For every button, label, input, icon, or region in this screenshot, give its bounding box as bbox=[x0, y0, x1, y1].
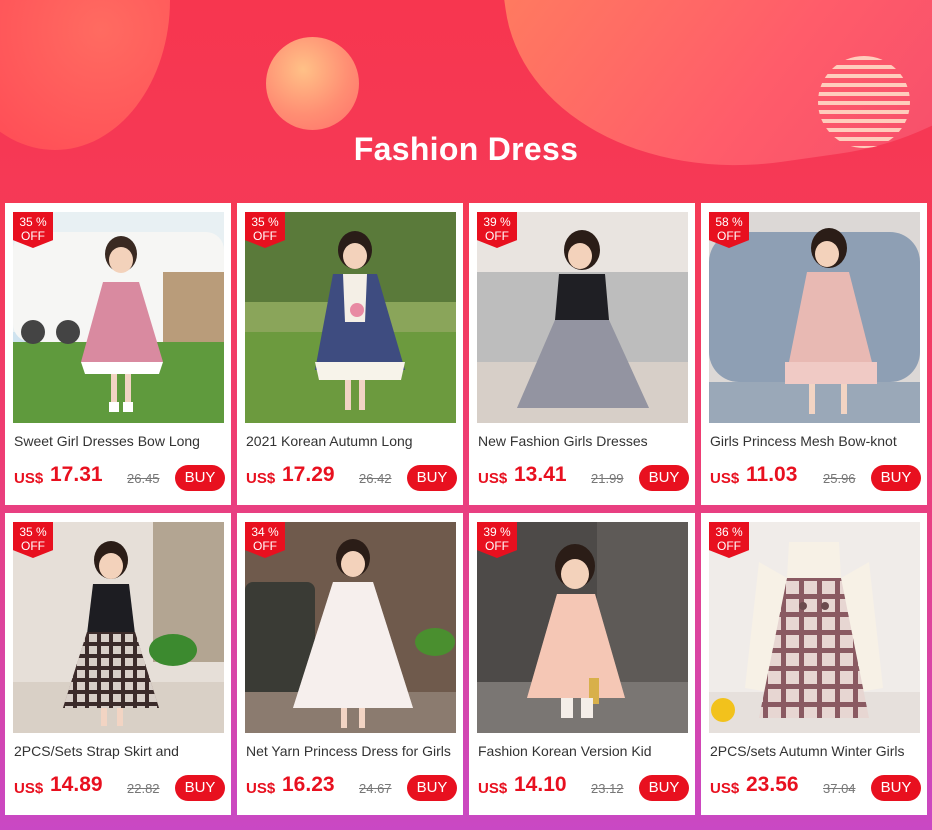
product-card[interactable]: 34 % OFF Net Yarn Princess Dress for Girl… bbox=[237, 513, 463, 815]
buy-button[interactable]: BUY bbox=[175, 775, 225, 801]
product-card[interactable]: 35 % OFF 2PCS/Sets Strap Skirt and US$ 14… bbox=[5, 513, 231, 815]
product-price: 17.29 bbox=[282, 463, 335, 486]
product-card[interactable]: 39 % OFF New Fashion Girls Dresses US$ 13… bbox=[469, 203, 695, 505]
original-price: 26.42 bbox=[359, 471, 392, 486]
product-name[interactable]: Fashion Korean Version Kid bbox=[478, 743, 686, 759]
buy-button[interactable]: BUY bbox=[639, 465, 689, 491]
currency-label: US$ bbox=[478, 780, 508, 797]
product-card[interactable]: 39 % OFF Fashion Korean Version Kid US$ 1… bbox=[469, 513, 695, 815]
decor-circle bbox=[266, 37, 359, 130]
product-image[interactable]: 39 % OFF bbox=[477, 212, 688, 423]
original-price: 37.04 bbox=[823, 781, 856, 796]
product-price: 16.23 bbox=[282, 773, 335, 796]
currency-label: US$ bbox=[478, 470, 508, 487]
product-price: 23.56 bbox=[746, 773, 799, 796]
product-image[interactable]: 39 % OFF bbox=[477, 522, 688, 733]
product-card[interactable]: 36 % OFF 2PCS/sets Autumn Winter Girls US… bbox=[701, 513, 927, 815]
product-card[interactable]: 35 % OFF 2021 Korean Autumn Long US$ 17.2… bbox=[237, 203, 463, 505]
product-name[interactable]: 2PCS/sets Autumn Winter Girls bbox=[710, 743, 918, 759]
product-image[interactable]: 35 % OFF bbox=[13, 212, 224, 423]
product-price: 14.89 bbox=[50, 773, 103, 796]
decor-blob bbox=[0, 0, 170, 150]
original-price: 23.12 bbox=[591, 781, 624, 796]
buy-button[interactable]: BUY bbox=[871, 775, 921, 801]
product-card[interactable]: 58 % OFF Girls Princess Mesh Bow-knot US$… bbox=[701, 203, 927, 505]
currency-label: US$ bbox=[246, 470, 276, 487]
original-price: 24.67 bbox=[359, 781, 392, 796]
product-image[interactable]: 35 % OFF bbox=[245, 212, 456, 423]
product-name[interactable]: Net Yarn Princess Dress for Girls bbox=[246, 743, 454, 759]
buy-button[interactable]: BUY bbox=[407, 775, 457, 801]
page-title: Fashion Dress bbox=[353, 131, 579, 167]
product-name[interactable]: Sweet Girl Dresses Bow Long bbox=[14, 433, 222, 449]
product-image[interactable]: 35 % OFF bbox=[13, 522, 224, 733]
currency-label: US$ bbox=[710, 470, 740, 487]
product-name[interactable]: 2PCS/Sets Strap Skirt and bbox=[14, 743, 222, 759]
banner: Fashion Dress bbox=[0, 0, 932, 205]
product-image[interactable]: 58 % OFF bbox=[709, 212, 920, 423]
currency-label: US$ bbox=[246, 780, 276, 797]
product-image[interactable]: 36 % OFF bbox=[709, 522, 920, 733]
currency-label: US$ bbox=[710, 780, 740, 797]
original-price: 25.96 bbox=[823, 471, 856, 486]
product-price: 13.41 bbox=[514, 463, 567, 486]
product-name[interactable]: New Fashion Girls Dresses bbox=[478, 433, 686, 449]
product-name[interactable]: 2021 Korean Autumn Long bbox=[246, 433, 454, 449]
product-price: 11.03 bbox=[746, 463, 798, 486]
currency-label: US$ bbox=[14, 780, 44, 797]
product-image[interactable]: 34 % OFF bbox=[245, 522, 456, 733]
original-price: 21.99 bbox=[591, 471, 624, 486]
product-card[interactable]: 35 % OFF Sweet Girl Dresses Bow Long US$ … bbox=[5, 203, 231, 505]
buy-button[interactable]: BUY bbox=[407, 465, 457, 491]
buy-button[interactable]: BUY bbox=[639, 775, 689, 801]
product-price: 14.10 bbox=[514, 773, 567, 796]
original-price: 26.45 bbox=[127, 471, 160, 486]
buy-button[interactable]: BUY bbox=[175, 465, 225, 491]
original-price: 22.82 bbox=[127, 781, 160, 796]
product-name[interactable]: Girls Princess Mesh Bow-knot bbox=[710, 433, 918, 449]
product-price: 17.31 bbox=[50, 463, 103, 486]
buy-button[interactable]: BUY bbox=[871, 465, 921, 491]
currency-label: US$ bbox=[14, 470, 44, 487]
